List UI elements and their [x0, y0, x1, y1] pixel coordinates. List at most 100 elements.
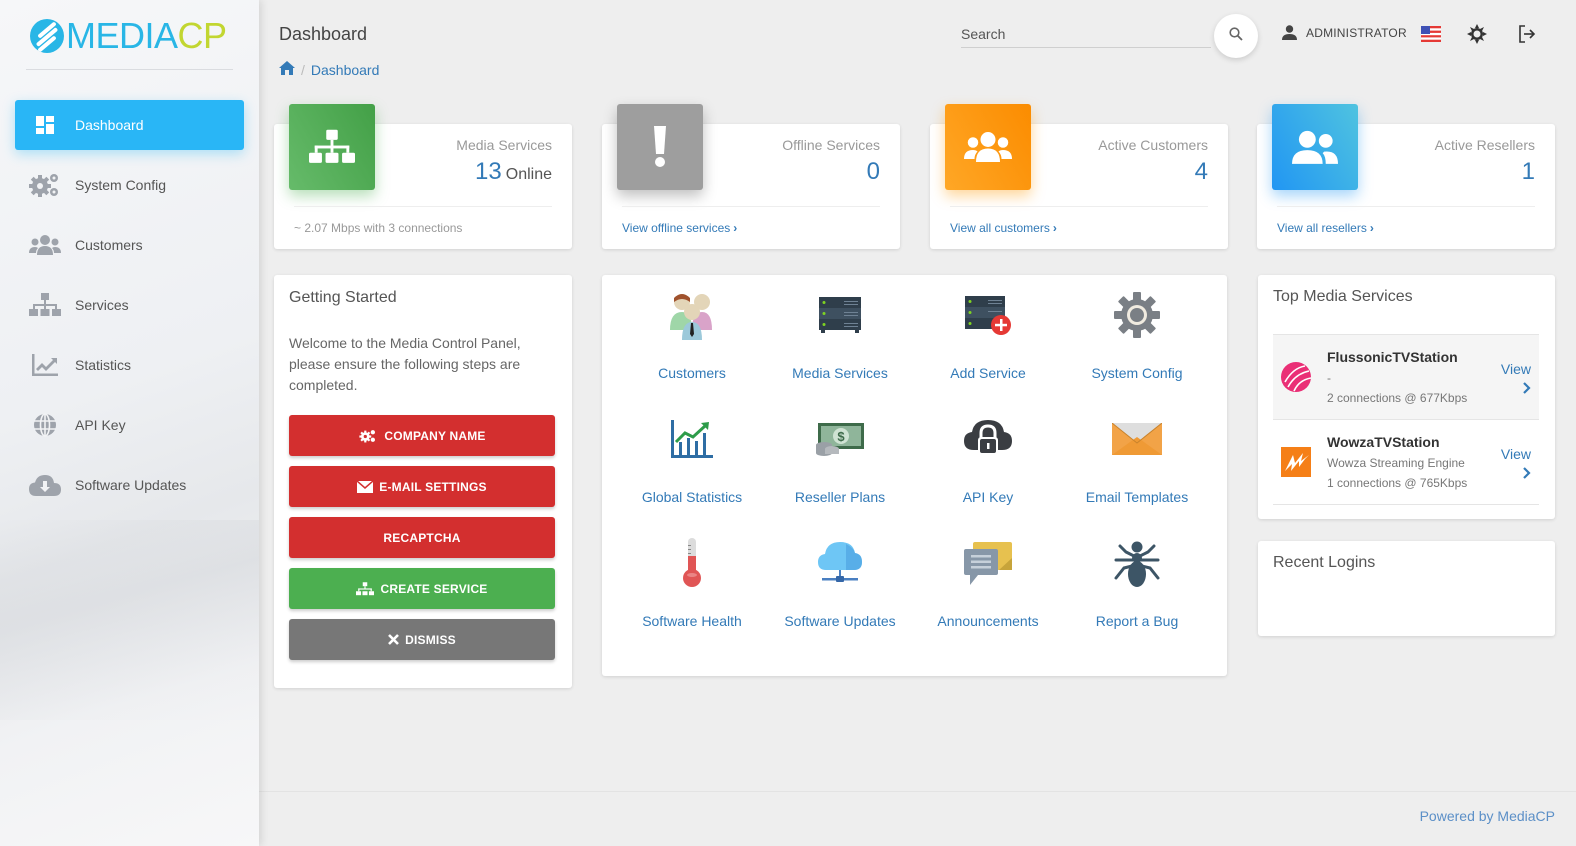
create-service-button[interactable]: CREATE SERVICE [289, 568, 555, 609]
user-name: ADMINISTRATOR [1306, 25, 1407, 40]
user-pair-icon [1272, 104, 1358, 190]
email-settings-button[interactable]: E-MAIL SETTINGS [289, 466, 555, 507]
quick-action-global-statistics[interactable]: Global Statistics [618, 411, 766, 505]
wowza-logo-icon [1281, 447, 1311, 477]
view-all-customers-link[interactable]: View all customers › [950, 221, 1057, 235]
server-icon [766, 287, 914, 343]
footer-powered-by[interactable]: Powered by MediaCP [1420, 808, 1555, 824]
chevron-right-icon [1523, 381, 1531, 397]
view-all-resellers-link[interactable]: View all resellers › [1277, 221, 1374, 235]
close-icon [388, 634, 400, 645]
dismiss-button[interactable]: DISMISS [289, 619, 555, 660]
thermometer-icon [618, 535, 766, 591]
recaptcha-button[interactable]: RECAPTCHA [289, 517, 555, 558]
sidebar-item-dashboard[interactable]: Dashboard [15, 100, 244, 150]
quick-action-report-bug[interactable]: Report a Bug [1063, 535, 1211, 629]
breadcrumb-separator: / [301, 61, 305, 78]
flussonic-logo-icon [1281, 362, 1312, 392]
envelope-icon [357, 480, 374, 493]
user-icon [1282, 25, 1297, 40]
home-icon[interactable] [279, 61, 295, 78]
customers-icon [618, 287, 766, 343]
dashboard-icon [29, 113, 61, 137]
service-connections: 2 connections @ 677Kbps [1327, 391, 1468, 405]
card-title: Top Media Services [1273, 288, 1413, 305]
stat-card-media-services: Media Services 13 Online ~ 2.07 Mbps with… [274, 104, 572, 249]
breadcrumb: / Dashboard [279, 61, 379, 78]
logout-icon[interactable] [1518, 25, 1536, 48]
list-item[interactable]: FlussonicTVStation - 2 connections @ 677… [1273, 335, 1539, 420]
service-type: Wowza Streaming Engine [1327, 456, 1465, 470]
quick-action-system-config[interactable]: System Config [1063, 287, 1211, 381]
sidebar-item-label: Statistics [75, 357, 132, 373]
company-name-button[interactable]: COMPANY NAME [289, 415, 555, 456]
cloud-network-icon [766, 535, 914, 591]
cog-icon [1063, 287, 1211, 343]
search-input[interactable] [961, 22, 1211, 46]
settings-gear-icon[interactable] [1467, 24, 1487, 49]
quick-action-add-service[interactable]: Add Service [914, 287, 1062, 381]
quick-action-reseller-plans[interactable]: $ Reseller Plans [766, 411, 914, 505]
stat-value: 0 [866, 158, 880, 185]
stat-label: Active Resellers [1434, 137, 1535, 153]
sitemap-icon [29, 293, 61, 317]
footer-divider [259, 791, 1576, 792]
quick-action-media-services[interactable]: Media Services [766, 287, 914, 381]
sidebar-item-label: Software Updates [75, 477, 187, 493]
users-icon [945, 104, 1031, 190]
sidebar-item-services[interactable]: Services [15, 280, 244, 330]
stat-label: Active Customers [1098, 137, 1208, 153]
sidebar-item-label: System Config [75, 177, 167, 193]
money-icon: $ [766, 411, 914, 467]
view-service-link[interactable]: View [1501, 444, 1531, 484]
logo[interactable]: MEDIACP [30, 18, 227, 54]
divider [950, 206, 1208, 207]
sidebar: MEDIACP Dashboard System Config Customer… [0, 0, 259, 846]
view-service-link[interactable]: View [1501, 359, 1531, 399]
cloud-lock-icon [914, 411, 1062, 467]
bar-chart-icon [618, 411, 766, 467]
line-chart-icon [29, 353, 61, 377]
sidebar-item-statistics[interactable]: Statistics [15, 340, 244, 390]
server-add-icon [914, 287, 1062, 343]
quick-action-customers[interactable]: Customers [618, 287, 766, 381]
card-title: Recent Logins [1273, 554, 1376, 571]
bug-icon [1063, 535, 1211, 591]
sitemap-icon [289, 104, 375, 190]
quick-action-software-health[interactable]: Software Health [618, 535, 766, 629]
chevron-right-icon: › [1369, 221, 1374, 235]
service-name: WowzaTVStation [1327, 434, 1440, 450]
service-connections: 1 connections @ 765Kbps [1327, 476, 1468, 490]
globe-icon [29, 413, 61, 437]
svg-text:$: $ [837, 429, 845, 444]
sidebar-item-system-config[interactable]: System Config [15, 160, 244, 210]
stat-card-active-customers: Active Customers 4 View all customers › [930, 104, 1228, 249]
stat-value: 13 Online [475, 158, 552, 185]
sidebar-item-software-updates[interactable]: Software Updates [15, 460, 244, 510]
list-item[interactable]: WowzaTVStation Wowza Streaming Engine 1 … [1273, 420, 1539, 505]
quick-action-software-updates[interactable]: Software Updates [766, 535, 914, 629]
users-icon [29, 233, 61, 257]
sidebar-item-label: API Key [75, 417, 126, 433]
sidebar-item-label: Dashboard [75, 117, 144, 133]
stat-label: Media Services [456, 137, 552, 153]
user-menu[interactable]: ADMINISTRATOR [1282, 25, 1407, 40]
breadcrumb-dashboard[interactable]: Dashboard [311, 62, 380, 78]
stat-value: 4 [1194, 158, 1208, 185]
divider [622, 206, 880, 207]
envelope-icon [1063, 411, 1211, 467]
quick-action-announcements[interactable]: Announcements [914, 535, 1062, 629]
sidebar-item-customers[interactable]: Customers [15, 220, 244, 270]
sidebar-item-label: Services [75, 297, 129, 313]
stat-value: 1 [1521, 158, 1535, 185]
quick-action-email-templates[interactable]: Email Templates [1063, 411, 1211, 505]
search-field [961, 22, 1211, 48]
quick-action-api-key[interactable]: API Key [914, 411, 1062, 505]
us-flag-icon[interactable] [1421, 26, 1441, 42]
view-offline-services-link[interactable]: View offline services › [622, 221, 737, 235]
card-title: Getting Started [289, 289, 397, 306]
getting-started-card: Getting Started Welcome to the Media Con… [274, 275, 572, 688]
getting-started-text: Welcome to the Media Control Panel, plea… [289, 335, 521, 393]
search-button[interactable] [1214, 14, 1258, 58]
sidebar-item-api-key[interactable]: API Key [15, 400, 244, 450]
